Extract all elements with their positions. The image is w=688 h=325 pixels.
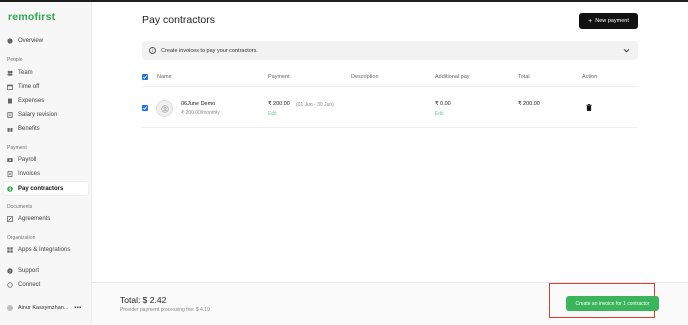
section-payment: Payment bbox=[7, 145, 27, 151]
sidebar-item-label: Agreements bbox=[18, 215, 51, 222]
sidebar-item-support[interactable]: ? Support bbox=[4, 264, 88, 277]
sidebar-item-label: Connect bbox=[18, 281, 41, 288]
contractor-avatar bbox=[156, 100, 173, 117]
help-icon: ? bbox=[7, 267, 13, 274]
trash-icon[interactable] bbox=[586, 104, 592, 111]
contractor-name[interactable]: 06June Demo bbox=[181, 101, 215, 107]
section-documents: Documents bbox=[7, 204, 33, 210]
app-logo[interactable]: remofirst bbox=[8, 11, 55, 23]
payroll-icon bbox=[7, 157, 13, 163]
sidebar-item-time-off[interactable]: Time off bbox=[4, 80, 88, 93]
select-all-checkbox[interactable] bbox=[142, 74, 148, 80]
column-header-total: Total bbox=[518, 74, 530, 80]
sidebar-item-label: Team bbox=[18, 69, 33, 76]
more-options-icon[interactable]: ••• bbox=[74, 305, 81, 311]
plus-icon: + bbox=[588, 17, 593, 25]
sidebar-item-label: Pay contractors bbox=[18, 185, 64, 192]
sidebar-item-label: Salary revision bbox=[18, 111, 58, 118]
payment-period: (01 Jun - 30 Jun) bbox=[296, 101, 334, 108]
additional-pay-edit-link[interactable]: Edit bbox=[435, 111, 444, 117]
user-menu[interactable]: Ainur Kassymzhan... ••• bbox=[4, 302, 88, 314]
row-checkbox[interactable] bbox=[142, 105, 148, 111]
sidebar-item-label: Time off bbox=[18, 83, 40, 90]
page-title: Pay contractors bbox=[142, 14, 215, 26]
column-header-name: Name bbox=[157, 74, 172, 80]
sidebar-item-salary-revision[interactable]: Salary revision bbox=[4, 108, 88, 121]
payment-amount: ₹ 200.00 bbox=[268, 101, 290, 107]
payment-edit-link[interactable]: Edit bbox=[268, 111, 277, 117]
sidebar-item-apps-integrations[interactable]: Apps & Integrations bbox=[4, 243, 88, 256]
processing-fee-text: Provider payment processing fee: $ 4.19 bbox=[120, 307, 210, 313]
sidebar-item-label: Benefits bbox=[18, 125, 40, 132]
sidebar-item-label: Expenses bbox=[18, 97, 45, 104]
section-organization: Organization bbox=[7, 235, 36, 241]
row-divider bbox=[142, 127, 638, 128]
sidebar-item-label: Overview bbox=[18, 37, 44, 44]
total-amount: ₹ 200.00 bbox=[518, 101, 540, 107]
invoice-icon bbox=[7, 170, 13, 177]
sidebar-item-label: Support bbox=[18, 267, 40, 274]
gift-icon bbox=[7, 126, 13, 132]
create-invoice-button[interactable]: Create an invoice for 1 contractor bbox=[566, 296, 659, 311]
info-text: Create invoices to pay your contractors. bbox=[161, 47, 258, 54]
sidebar-item-benefits[interactable]: Benefits bbox=[4, 122, 88, 135]
document-edit-icon bbox=[7, 111, 13, 118]
sidebar-item-label: Invoices bbox=[18, 170, 41, 177]
additional-pay-amount: ₹ 0.00 bbox=[435, 101, 451, 107]
contractor-rate: ₹ 200.00/monthly bbox=[181, 110, 220, 116]
chevron-down-icon[interactable] bbox=[623, 47, 630, 54]
apps-icon bbox=[7, 246, 13, 253]
sidebar-item-payroll[interactable]: Payroll bbox=[4, 153, 88, 166]
team-icon bbox=[7, 70, 13, 76]
sidebar-item-invoices[interactable]: Invoices bbox=[4, 167, 88, 180]
user-avatar bbox=[7, 305, 13, 311]
user-name: Ainur Kassymzhan... bbox=[18, 305, 69, 311]
pen-icon bbox=[7, 215, 13, 222]
sidebar-item-team[interactable]: Team bbox=[4, 66, 88, 79]
receipt-icon bbox=[7, 98, 13, 104]
sidebar-item-overview[interactable]: Overview bbox=[4, 34, 88, 47]
footer-bar: Total: $ 2.42 Provider payment processin… bbox=[92, 282, 688, 325]
link-icon bbox=[7, 281, 13, 288]
info-banner[interactable]: i Create invoices to pay your contractor… bbox=[142, 41, 638, 60]
sidebar-item-agreements[interactable]: Agreements bbox=[4, 212, 88, 225]
sidebar-item-pay-contractors[interactable]: $ Pay contractors bbox=[4, 182, 88, 195]
new-payment-label: New payment bbox=[595, 18, 629, 24]
overview-icon bbox=[7, 37, 13, 44]
column-header-action: Action bbox=[582, 74, 598, 80]
info-icon: i bbox=[149, 47, 156, 54]
sidebar-item-connect[interactable]: Connect bbox=[4, 278, 88, 291]
user-icon bbox=[160, 104, 169, 113]
dollar-icon: $ bbox=[7, 185, 13, 192]
section-people: People bbox=[7, 57, 23, 63]
sidebar-item-expenses[interactable]: Expenses bbox=[4, 94, 88, 107]
main-content: Pay contractors + New payment i Create i… bbox=[92, 2, 688, 325]
column-header-description: Description bbox=[351, 74, 379, 80]
header-divider bbox=[142, 86, 638, 87]
sidebar-item-label: Apps & Integrations bbox=[18, 246, 71, 253]
column-header-payment: Payment bbox=[268, 74, 290, 80]
new-payment-button[interactable]: + New payment bbox=[579, 13, 638, 29]
total-label: Total: $ 2.42 bbox=[120, 295, 167, 305]
column-header-additional-pay: Additional pay bbox=[435, 74, 470, 80]
calendar-icon bbox=[7, 84, 13, 90]
sidebar-item-label: Payroll bbox=[18, 156, 37, 163]
sidebar: remofirst Overview People Team Time off … bbox=[0, 2, 92, 325]
